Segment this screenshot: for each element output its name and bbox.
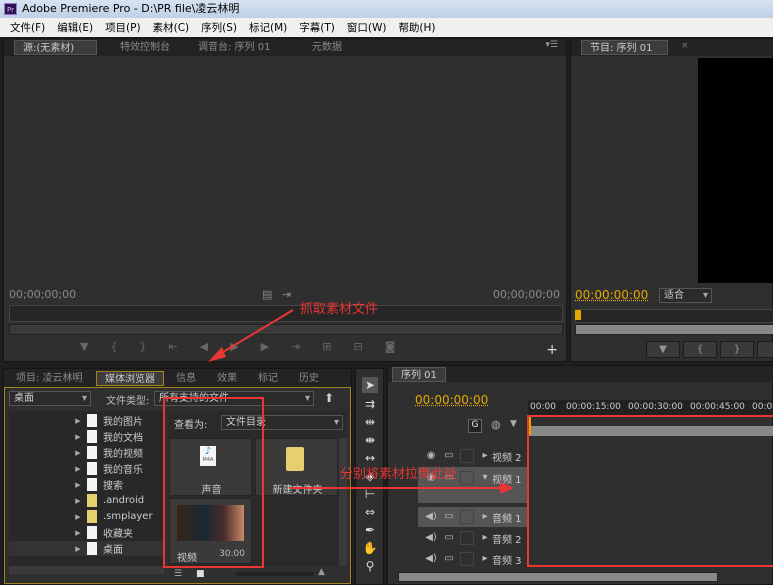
annotation-arrows xyxy=(208,309,514,494)
arrow-grab xyxy=(217,309,294,356)
annotation-drag: 分别将素材拉倒此处 xyxy=(340,467,458,482)
annotation-grab: 抓取素材文件 xyxy=(300,302,379,317)
arrow-head-icon xyxy=(500,482,514,494)
arrow-head-icon xyxy=(208,347,226,362)
